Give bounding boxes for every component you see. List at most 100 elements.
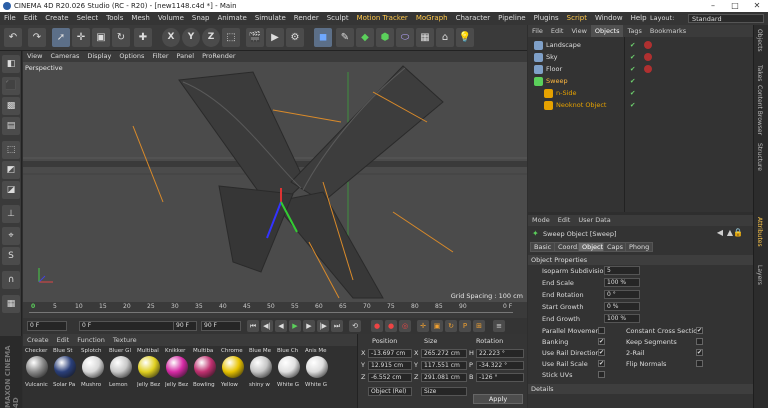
loop-icon[interactable]: ⟲	[349, 320, 361, 332]
viewport-3d[interactable]: Perspective Grid Spacing : 100 cm	[23, 62, 527, 302]
material-tag-icon[interactable]	[644, 53, 652, 61]
render-view-icon[interactable]: 🎬	[246, 28, 264, 47]
pos-z-field[interactable]: -6.552 cm	[368, 373, 412, 382]
end-growth-field[interactable]: 100 %	[604, 314, 640, 323]
workplane-icon[interactable]: ▤	[2, 117, 20, 135]
objects-menu-file[interactable]: File	[528, 25, 547, 37]
material-swatch[interactable]: Chrome Yellow	[221, 348, 246, 396]
menu-motion-tracker[interactable]: Motion Tracker	[353, 12, 412, 25]
add-icon[interactable]: ✚	[134, 28, 152, 47]
menu-character[interactable]: Character	[452, 12, 495, 25]
timeline-playhead[interactable]: 0	[31, 303, 35, 310]
key-scale-icon[interactable]: ▣	[431, 320, 443, 332]
cloner-icon[interactable]: ⬢	[376, 28, 394, 47]
visibility-check-icon[interactable]: ✔	[630, 65, 635, 73]
material-menu-function[interactable]: Function	[73, 334, 109, 346]
next-key-icon[interactable]: |▶	[317, 320, 329, 332]
go-to-start-icon[interactable]: ⏮	[247, 320, 259, 332]
back-icon[interactable]: ◀	[717, 228, 723, 237]
keep-segments-checkbox[interactable]	[696, 338, 703, 345]
objects-menu-tags[interactable]: Tags	[623, 25, 645, 37]
keyframe-selection-icon[interactable]: ◎	[399, 320, 411, 332]
material-swatch[interactable]: Checker Vulcanic	[25, 348, 50, 396]
tab-content-browser[interactable]: Content Browser	[756, 85, 763, 135]
subdivision-icon[interactable]: ◆	[356, 28, 374, 47]
menu-sculpt[interactable]: Sculpt	[323, 12, 353, 25]
key-pla-icon[interactable]: ⊞	[473, 320, 485, 332]
pen-icon[interactable]: ✎	[336, 28, 354, 47]
two-rail-checkbox[interactable]: ✔	[696, 349, 703, 356]
render-settings-icon[interactable]: ⚙	[286, 28, 304, 47]
autokey-icon[interactable]: ●	[385, 320, 397, 332]
viewport-menu-options[interactable]: Options	[115, 51, 148, 62]
texture-mode-icon[interactable]: ▩	[2, 97, 20, 115]
visibility-check-icon[interactable]: ✔	[630, 101, 635, 109]
flip-normals-checkbox[interactable]	[696, 360, 703, 367]
pos-y-field[interactable]: 12.915 cm	[368, 361, 412, 370]
visibility-check-icon[interactable]: ✔	[630, 77, 635, 85]
use-rail-scale-checkbox[interactable]: ✔	[598, 360, 605, 367]
go-to-end-icon[interactable]: ⏭	[331, 320, 343, 332]
menu-snap[interactable]: Snap	[188, 12, 214, 25]
tab-phong[interactable]: Phong	[625, 242, 654, 252]
timeline-ruler[interactable]: 0 5 10 15 20 25 30 35 40 45 50 55 60 65 …	[23, 302, 527, 318]
visibility-check-icon[interactable]: ✔	[630, 41, 635, 49]
object-row[interactable]: Landscape ✔	[528, 40, 753, 51]
end-frame-field[interactable]: 90 F	[173, 321, 197, 331]
viewport-menu-prorender[interactable]: ProRender	[198, 51, 239, 62]
objects-menu-edit[interactable]: Edit	[547, 25, 568, 37]
timeline-menu-icon[interactable]: ≡	[493, 320, 505, 332]
record-icon[interactable]: ●	[371, 320, 383, 332]
rotate-icon[interactable]: ↻	[112, 28, 130, 47]
objects-menu-view[interactable]: View	[567, 25, 590, 37]
size-y-field[interactable]: 117.551 cm	[421, 361, 467, 370]
make-editable-icon[interactable]: ◧	[2, 55, 20, 73]
menu-window[interactable]: Window	[591, 12, 627, 25]
next-frame-icon[interactable]: ▶	[303, 320, 315, 332]
menu-create[interactable]: Create	[41, 12, 72, 25]
axis-mode-icon[interactable]: ⊥	[2, 205, 20, 223]
material-swatch[interactable]: Multibal Jelly Bez	[137, 348, 162, 396]
object-row[interactable]: Neoknot Object ✔	[528, 100, 753, 111]
attributes-menu-user-data[interactable]: User Data	[574, 215, 614, 226]
material-tag-icon[interactable]	[644, 65, 652, 73]
menu-edit[interactable]: Edit	[20, 12, 42, 25]
isoparm-field[interactable]: 5	[604, 266, 640, 275]
material-swatch[interactable]: Blue Me shiny w	[249, 348, 274, 396]
lock-workplane-icon[interactable]: ▦	[2, 295, 20, 313]
timeline-track[interactable]	[29, 312, 513, 316]
viewport-menu-panel[interactable]: Panel	[173, 51, 199, 62]
tab-caps[interactable]: Caps	[603, 242, 628, 252]
menu-help[interactable]: Help	[627, 12, 651, 25]
snap-icon[interactable]: S	[2, 247, 20, 265]
rot-p-field[interactable]: -34.322 °	[476, 361, 524, 370]
objects-menu-bookmarks[interactable]: Bookmarks	[646, 25, 690, 37]
viewport-menu-filter[interactable]: Filter	[148, 51, 172, 62]
object-row[interactable]: Floor ✔	[528, 64, 753, 75]
tab-layers[interactable]: Layers	[756, 265, 763, 285]
menu-simulate[interactable]: Simulate	[251, 12, 290, 25]
material-menu-texture[interactable]: Texture	[109, 334, 141, 346]
material-swatch[interactable]: Knikker Jelly Bez	[165, 348, 190, 396]
material-swatch[interactable]: Blue Ch White G	[277, 348, 302, 396]
menu-tools[interactable]: Tools	[102, 12, 127, 25]
menu-select[interactable]: Select	[73, 12, 103, 25]
material-swatch[interactable]: Splotch Mushro	[81, 348, 106, 396]
banking-checkbox[interactable]: ✔	[598, 338, 605, 345]
environment-icon[interactable]: ▦	[416, 28, 434, 47]
close-button[interactable]: ✕	[746, 0, 768, 12]
material-swatch[interactable]: Bluer Gl Lemon	[109, 348, 134, 396]
menu-volume[interactable]: Volume	[154, 12, 188, 25]
end-rotation-field[interactable]: 0 °	[604, 290, 640, 299]
tweak-icon[interactable]: ⌖	[2, 227, 20, 245]
cube-icon[interactable]: ◼	[314, 28, 332, 47]
undo-icon[interactable]: ↶	[4, 28, 22, 47]
scale-icon[interactable]: ▣	[92, 28, 110, 47]
object-row[interactable]: n-Side ✔	[528, 88, 753, 99]
y-axis-icon[interactable]: Y	[182, 28, 200, 47]
material-swatch[interactable]: Anis Me White G	[305, 348, 330, 396]
tab-attributes[interactable]: Attributes	[756, 217, 763, 247]
coordinate-system-icon[interactable]: ⬚	[222, 28, 240, 47]
pos-x-field[interactable]: -13.697 cm	[368, 349, 412, 358]
layout-select[interactable]: Standard	[688, 14, 764, 23]
